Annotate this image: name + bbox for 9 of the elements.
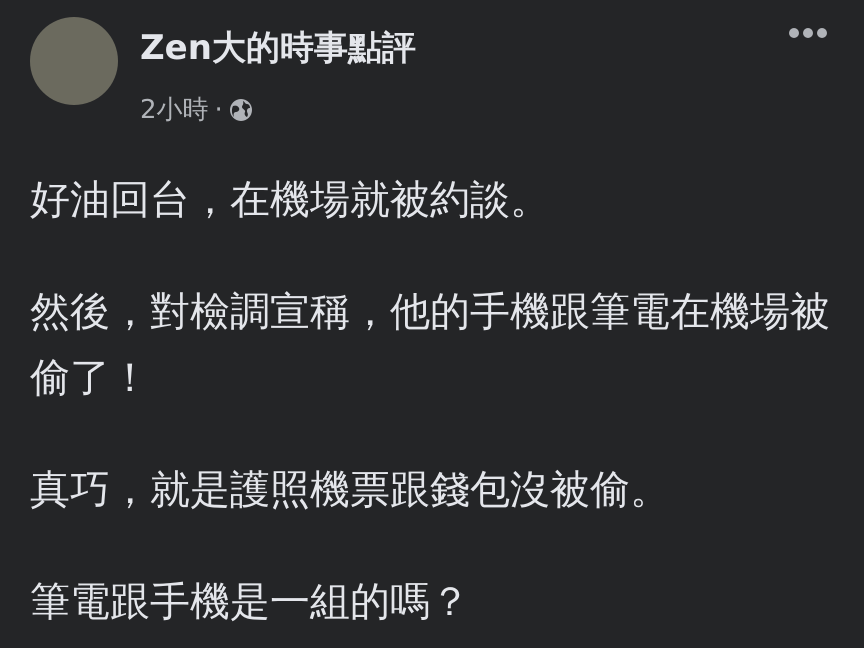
post-paragraph: 真巧，就是護照機票跟錢包沒被偷。: [30, 466, 671, 515]
globe-icon: [228, 98, 253, 122]
separator-dot: ·: [214, 94, 223, 127]
post-paragraph: 然後，對檢調宣稱，他的手機跟筆電在機場被偷了！: [30, 288, 830, 403]
more-options-icon[interactable]: [788, 27, 828, 39]
post-paragraph: 筆電跟手機是一組的嗎？: [30, 578, 471, 627]
post-time[interactable]: 2小時: [140, 92, 209, 128]
author-name[interactable]: Zen大的時事點評: [140, 26, 416, 70]
post-paragraph: 好油回台，在機場就被約談。: [30, 176, 551, 225]
